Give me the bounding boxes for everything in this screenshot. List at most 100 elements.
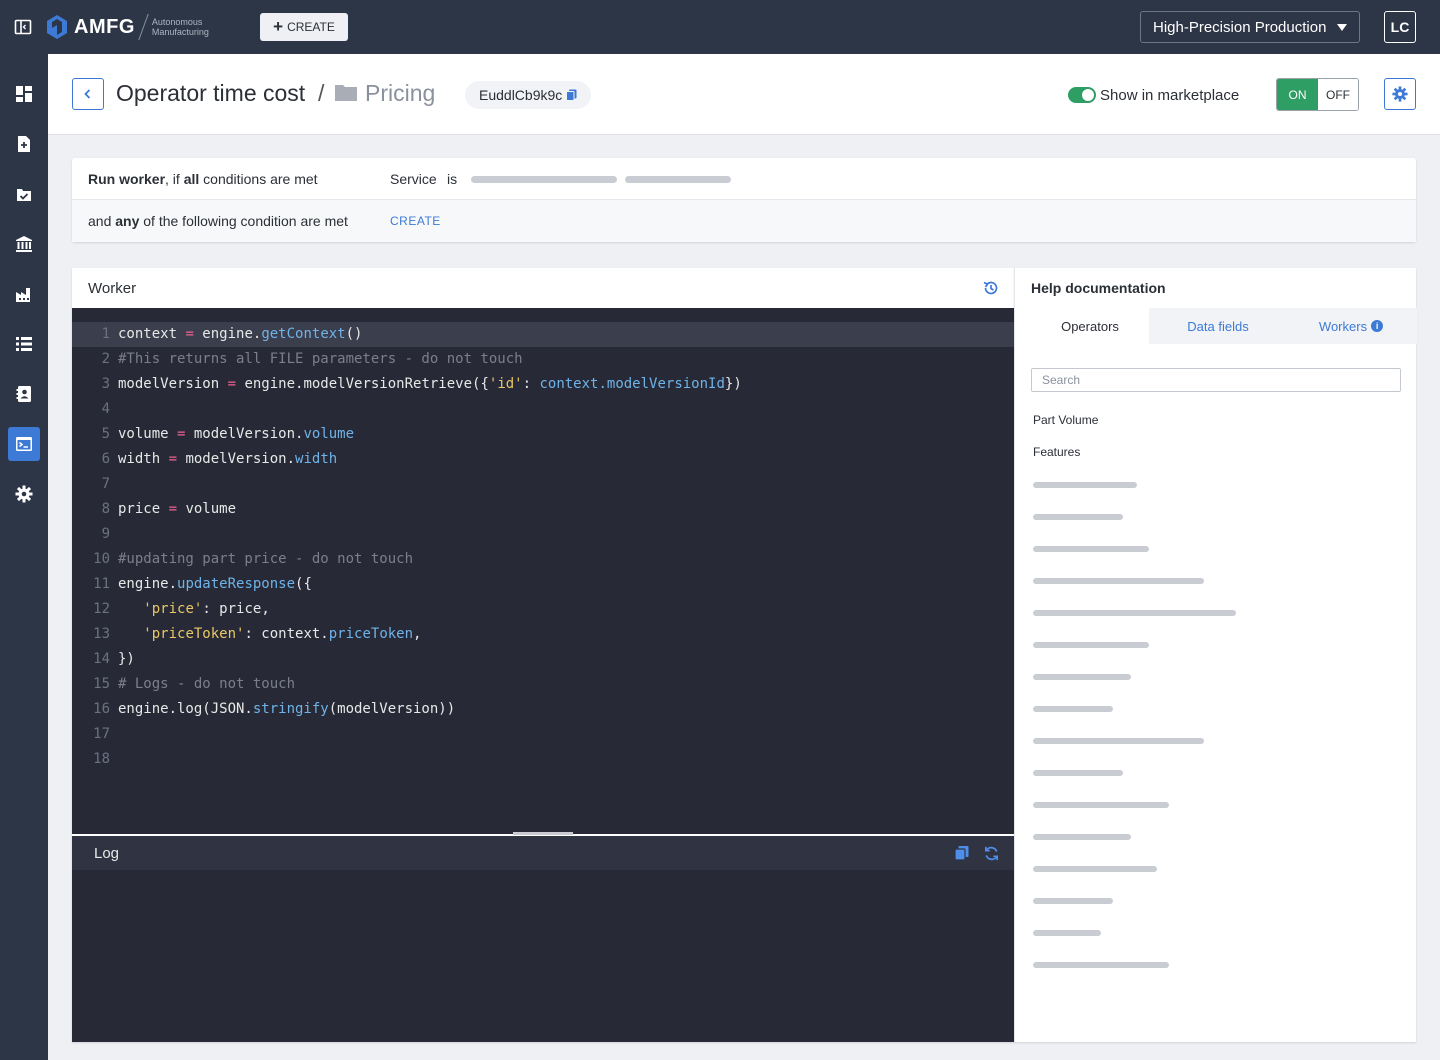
marketplace-toggle[interactable] [1068, 87, 1096, 103]
help-search-input[interactable] [1031, 368, 1401, 392]
marketplace-label: Show in marketplace [1100, 87, 1240, 104]
page-title: Operator time cost [116, 80, 306, 106]
breadcrumb-folder[interactable]: Pricing [365, 80, 435, 107]
off-button[interactable]: OFF [1318, 79, 1358, 110]
worker-settings-button[interactable] [1384, 78, 1416, 110]
code-text: # Logs - do not touch [118, 676, 296, 692]
help-item-placeholder [1033, 514, 1123, 520]
code-line[interactable]: 3 modelVersion = engine.modelVersionRetri… [72, 372, 1014, 397]
help-tabs: Operators Data fields Workers i [1031, 308, 1417, 344]
help-item-placeholder [1033, 866, 1157, 872]
worker-title: Worker [88, 280, 137, 297]
brand-name: AMFG [74, 15, 135, 38]
gear-icon [1392, 86, 1408, 102]
back-button[interactable] [72, 78, 104, 110]
create-button-label: CREATE [287, 20, 335, 34]
on-button[interactable]: ON [1277, 79, 1318, 110]
condition-any-keyword: any [115, 213, 140, 229]
line-number: 4 [101, 401, 110, 417]
code-line[interactable]: 18 [72, 747, 1014, 772]
line-number: 17 [93, 726, 110, 742]
code-line[interactable]: 7 [72, 472, 1014, 497]
condition-run-worker: Run worker [88, 171, 166, 187]
line-number: 15 [93, 676, 110, 692]
line-number: 1 [101, 326, 110, 342]
create-condition-link[interactable]: CREATE [390, 214, 441, 228]
code-line[interactable]: 6 width = modelVersion.width [72, 447, 1014, 472]
nav-workers[interactable] [8, 427, 40, 461]
log-output[interactable] [72, 870, 1014, 1042]
on-off-switch[interactable]: ON OFF [1276, 78, 1359, 111]
help-item-part-volume[interactable]: Part Volume [1033, 413, 1098, 427]
nav-institution[interactable] [8, 227, 40, 261]
tab-workers[interactable]: Workers i [1287, 308, 1415, 344]
code-line[interactable]: 12 'price': price, [72, 597, 1014, 622]
production-select-value: High-Precision Production [1153, 18, 1327, 36]
help-item-placeholder [1033, 898, 1113, 904]
line-number: 12 [93, 601, 110, 617]
nav-contacts[interactable] [8, 377, 40, 411]
copy-icon[interactable] [954, 845, 970, 861]
condition-operator[interactable]: is [447, 171, 457, 187]
code-line[interactable]: 11 engine.updateResponse({ [72, 572, 1014, 597]
condition-any-text: and any of the following condition are m… [88, 213, 348, 229]
help-item-placeholder [1033, 802, 1169, 808]
code-line[interactable]: 13 'priceToken': context.priceToken, [72, 622, 1014, 647]
condition-row-all: Run worker, if all conditions are met Se… [72, 158, 1416, 200]
worker-panel: Worker 1 context = engine.getContext() 2 #… [72, 268, 1014, 1042]
code-line[interactable]: 1 context = engine.getContext() [72, 322, 1014, 347]
code-line[interactable]: 8 price = volume [72, 497, 1014, 522]
tab-data-fields[interactable]: Data fields [1157, 308, 1279, 344]
conditions-card: Run worker, if all conditions are met Se… [72, 158, 1416, 242]
left-nav [0, 54, 48, 1060]
brand-logo[interactable]: AMFG Autonomous Manufacturing [46, 13, 212, 41]
create-button[interactable]: + CREATE [260, 13, 348, 41]
condition-all-suffix: conditions are met [199, 171, 318, 187]
sidebar-toggle-icon[interactable] [14, 18, 32, 36]
code-text: #updating part price - do not touch [118, 551, 414, 567]
refresh-icon[interactable] [983, 845, 1000, 862]
copy-icon[interactable] [566, 89, 577, 101]
code-text: width = modelVersion.width [118, 451, 338, 467]
bank-icon [16, 236, 32, 252]
code-line[interactable]: 15 # Logs - do not touch [72, 672, 1014, 697]
nav-inbox[interactable] [8, 177, 40, 211]
log-title: Log [94, 845, 120, 862]
code-text: 'priceToken': context.priceToken, [143, 626, 422, 642]
help-item-placeholder [1033, 770, 1123, 776]
code-text: #This returns all FILE parameters - do n… [118, 351, 523, 367]
code-line[interactable]: 5 volume = modelVersion.volume [72, 422, 1014, 447]
nav-new-document[interactable] [8, 127, 40, 161]
code-editor[interactable]: 1 context = engine.getContext() 2 #This re… [72, 308, 1014, 834]
code-text: volume = modelVersion.volume [118, 426, 355, 442]
user-avatar[interactable]: LC [1384, 11, 1416, 43]
help-item-features[interactable]: Features [1033, 445, 1080, 459]
gear-icon [15, 485, 33, 503]
code-line[interactable]: 10 #updating part price - do not touch [72, 547, 1014, 572]
condition-and: and [88, 213, 116, 229]
worker-header: Worker [72, 268, 1014, 308]
info-icon: i [1371, 320, 1384, 332]
code-text: }) [118, 651, 135, 667]
production-select[interactable]: High-Precision Production [1140, 11, 1360, 43]
nav-factory[interactable] [8, 277, 40, 311]
nav-dashboard[interactable] [8, 77, 40, 111]
line-number: 5 [101, 426, 110, 442]
nav-settings[interactable] [8, 477, 40, 511]
code-line[interactable]: 4 [72, 397, 1014, 422]
code-line[interactable]: 2 #This returns all FILE parameters - do … [72, 347, 1014, 372]
history-icon[interactable] [982, 279, 1000, 297]
nav-list[interactable] [8, 327, 40, 361]
help-item-placeholder [1033, 674, 1131, 680]
line-number: 8 [101, 501, 110, 517]
editor-resize-handle[interactable] [513, 832, 573, 835]
code-text: engine.updateResponse({ [118, 576, 312, 592]
tab-operators[interactable]: Operators [1031, 308, 1149, 344]
worker-id-chip[interactable]: EuddlCb9k9c [465, 81, 592, 109]
condition-field[interactable]: Service [390, 171, 437, 187]
code-line[interactable]: 14}) [72, 647, 1014, 672]
condition-row-any: and any of the following condition are m… [72, 200, 1416, 242]
code-line[interactable]: 17 [72, 722, 1014, 747]
code-line[interactable]: 9 [72, 522, 1014, 547]
code-line[interactable]: 16 engine.log(JSON.stringify(modelVersion… [72, 697, 1014, 722]
